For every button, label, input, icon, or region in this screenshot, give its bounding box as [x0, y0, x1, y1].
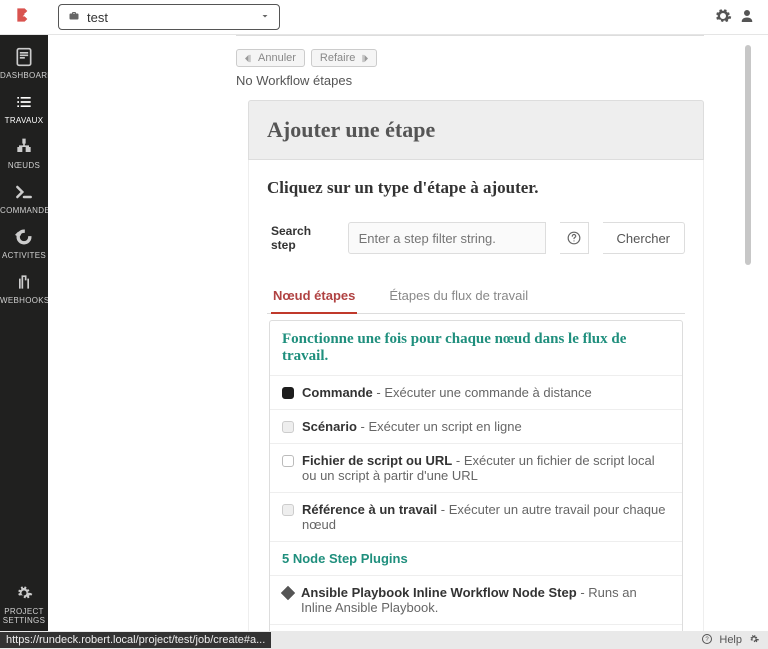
project-name: test [87, 10, 108, 25]
topbar: test [0, 0, 768, 35]
search-label: Search step [271, 224, 334, 252]
plugin-icon [281, 586, 295, 600]
step-commande[interactable]: Commande - Exécuter une commande à dista… [270, 376, 682, 410]
no-workflow-message: No Workflow étapes [236, 73, 744, 88]
step-tabs: Nœud étapes Étapes du flux de travail [267, 280, 685, 314]
help-question-icon[interactable]: ? [701, 633, 713, 648]
step-scenario[interactable]: Scénario - Exécuter un script en ligne [270, 410, 682, 444]
search-row: Search step Chercher [267, 214, 685, 272]
status-url: https://rundeck.robert.local/project/tes… [0, 632, 271, 648]
plugin-section-header: 5 Node Step Plugins [270, 542, 682, 576]
chevron-down-icon [259, 10, 271, 25]
nav-webhooks[interactable]: WEBHOOKS [0, 266, 48, 311]
nav-activites[interactable]: ACTIVITES [0, 221, 48, 266]
left-nav: DASHBOARD TRAVAUX NŒUDS COMMANDES ACTIVI… [0, 35, 48, 631]
nav-noeuds[interactable]: NŒUDS [0, 131, 48, 176]
brand-logo[interactable] [0, 0, 48, 35]
nav-commandes[interactable]: COMMANDES [0, 176, 48, 221]
nav-project-settings[interactable]: PROJECT SETTINGS [0, 577, 48, 631]
nav-travaux[interactable]: TRAVAUX [0, 86, 48, 131]
scrollbar[interactable] [744, 35, 752, 631]
step-ansible-inline[interactable]: Ansible Playbook Inline Workflow Node St… [270, 576, 682, 625]
file-icon [282, 455, 294, 467]
main-area: Annuler Refaire No Workflow étapes Ajout… [48, 35, 768, 631]
footer-gear-icon[interactable] [748, 633, 760, 648]
search-button[interactable]: Chercher [603, 222, 685, 254]
svg-text:?: ? [706, 637, 710, 643]
undo-button[interactable]: Annuler [236, 49, 305, 67]
nav-dashboard[interactable]: DASHBOARD [0, 41, 48, 86]
briefcase-icon [67, 10, 81, 25]
tab-workflow-steps[interactable]: Étapes du flux de travail [387, 280, 530, 313]
redo-button[interactable]: Refaire [311, 49, 377, 67]
search-help-button[interactable] [560, 222, 589, 254]
step-list: Fonctionne une fois pour chaque nœud dan… [269, 320, 683, 631]
step-scriptfile[interactable]: Fichier de script ou URL - Exécuter un f… [270, 444, 682, 493]
panel-subtitle: Cliquez sur un type d'étape à ajouter. [267, 178, 685, 198]
tab-node-steps[interactable]: Nœud étapes [271, 280, 357, 314]
add-step-header: Ajouter une étape [248, 100, 704, 160]
gear-icon[interactable] [714, 7, 732, 28]
user-icon[interactable] [738, 7, 756, 28]
step-jobref[interactable]: Référence à un travail - Exécuter un aut… [270, 493, 682, 542]
step-list-header: Fonctionne une fois pour chaque nœud dan… [270, 321, 682, 376]
panel-title: Ajouter une étape [267, 117, 685, 143]
job-icon [282, 504, 294, 516]
script-icon [282, 421, 294, 433]
project-selector[interactable]: test [58, 4, 280, 30]
search-input[interactable] [348, 222, 546, 254]
help-link[interactable]: Help [719, 634, 742, 646]
status-bar: https://rundeck.robert.local/project/tes… [0, 631, 768, 649]
terminal-icon [282, 387, 294, 399]
scrollbar-thumb[interactable] [745, 45, 751, 265]
